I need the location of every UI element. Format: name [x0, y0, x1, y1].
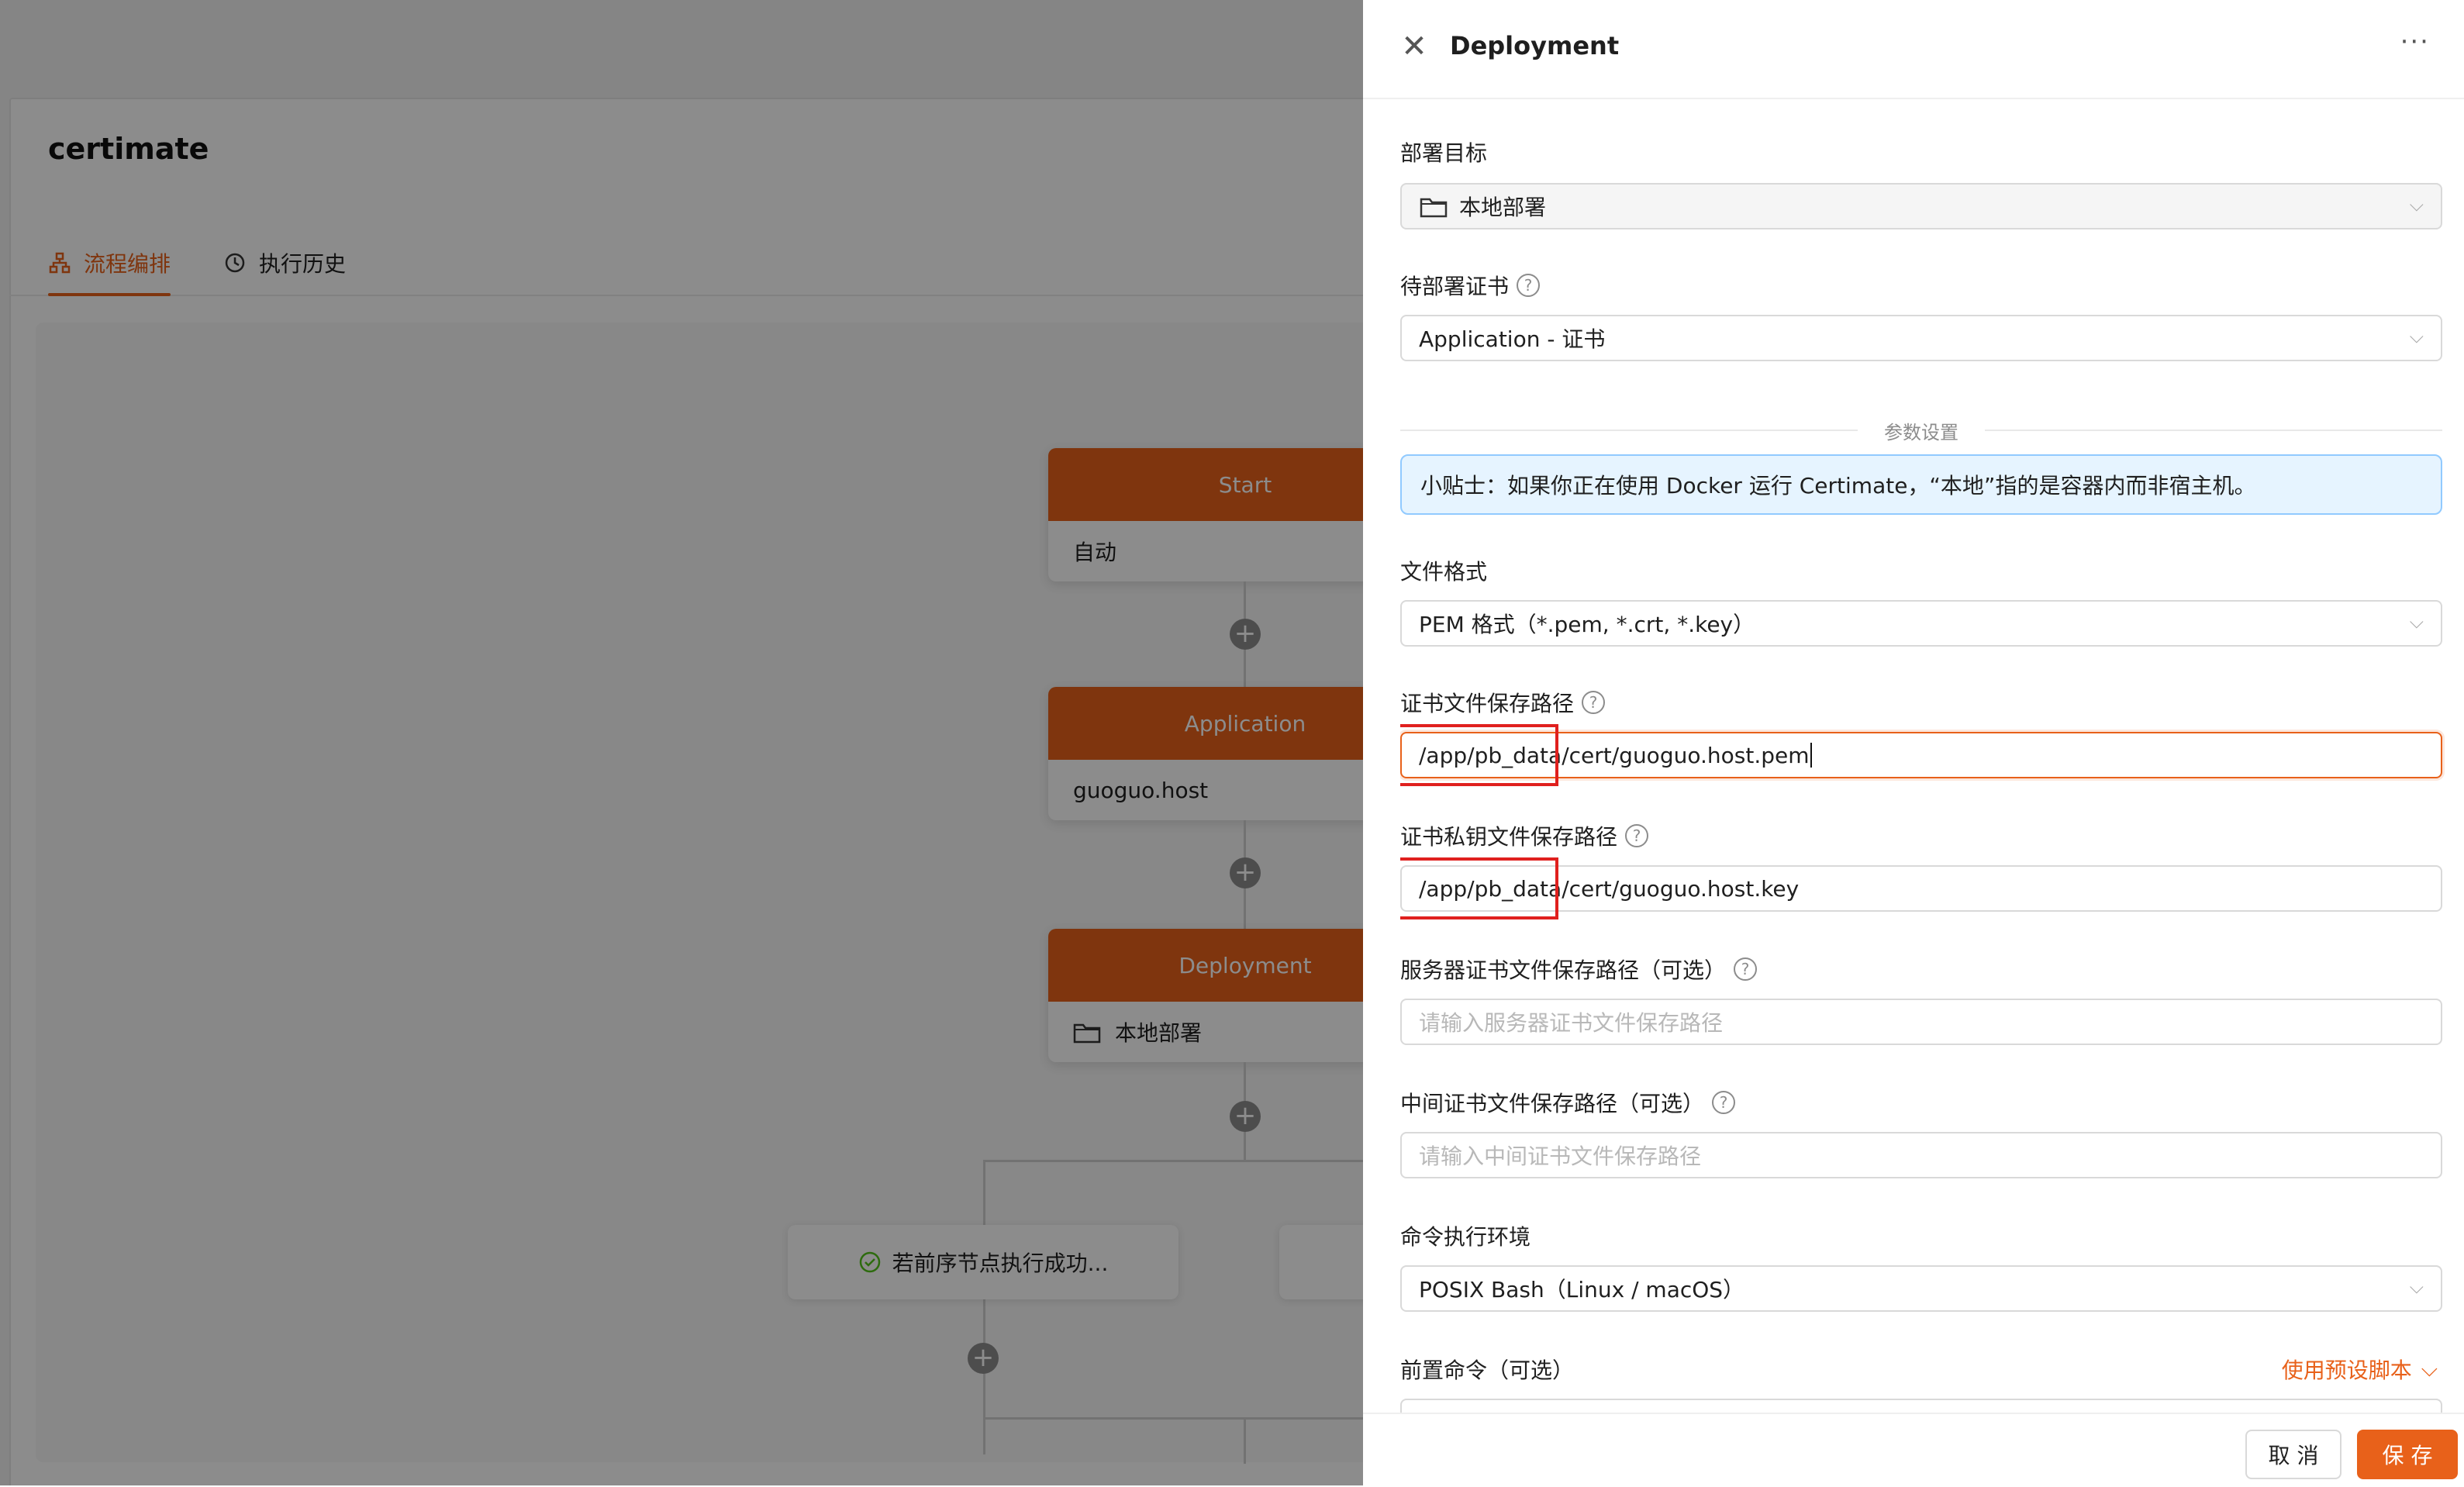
cert-path-label-text: 证书文件保存路径	[1400, 691, 1575, 716]
chevron-down-icon: ⌵	[2409, 326, 2424, 347]
divider-text: 参数设置	[1884, 422, 1958, 443]
key-path-label-text: 证书私钥文件保存路径	[1400, 824, 1618, 850]
target-select[interactable]: 本地部署 ⌵	[1400, 183, 2442, 229]
server-cert-label: 服务器证书文件保存路径（可选）?	[1400, 954, 1758, 985]
intermediate-label: 中间证书文件保存路径（可选）?	[1400, 1087, 1736, 1118]
drawer-form: 部署目标 本地部署 ⌵ 待部署证书? Application - 证书 ⌵ 参数…	[1400, 98, 2445, 1413]
more-icon[interactable]: ···	[2400, 26, 2430, 57]
drawer-title: Deployment	[1450, 31, 1620, 60]
text-cursor	[1810, 743, 1812, 768]
server-cert-label-text: 服务器证书文件保存路径（可选）	[1400, 957, 1727, 983]
modal-overlay[interactable]	[0, 0, 1363, 1485]
pre-cmd-label: 前置命令（可选）	[1400, 1354, 1574, 1385]
cert-label: 待部署证书?	[1400, 270, 1541, 301]
pre-cmd-label-text: 前置命令（可选）	[1400, 1358, 1575, 1383]
cert-select-value: Application - 证书	[1419, 326, 1606, 352]
cancel-button[interactable]: 取 消	[2245, 1430, 2341, 1479]
chevron-down-icon: ⌵	[2409, 1276, 2424, 1298]
intermediate-placeholder: 请输入中间证书文件保存路径	[1419, 1144, 1702, 1169]
drawer-footer: 取 消 保 存	[1363, 1413, 2464, 1487]
intermediate-label-text: 中间证书文件保存路径（可选）	[1400, 1091, 1705, 1116]
chevron-down-icon: ⌵	[2409, 611, 2424, 633]
key-path-label: 证书私钥文件保存路径?	[1400, 820, 1649, 851]
shell-label: 命令执行环境	[1400, 1220, 1531, 1251]
folder-icon	[1420, 198, 1448, 218]
highlight-box	[1400, 724, 1558, 786]
deployment-drawer: ✕ Deployment ··· 部署目标 本地部署 ⌵ 待部署证书? Appl…	[1363, 0, 2464, 1487]
chevron-down-icon: ⌵	[2421, 1356, 2438, 1382]
cert-path-label: 证书文件保存路径?	[1400, 687, 1606, 718]
highlight-box	[1400, 857, 1558, 919]
format-label: 文件格式	[1400, 555, 1487, 586]
shell-select-value: POSIX Bash（Linux / macOS）	[1419, 1277, 1745, 1302]
drawer-header: ✕ Deployment ···	[1363, 0, 2464, 99]
chevron-down-icon: ⌵	[2409, 194, 2424, 216]
target-select-value: 本地部署	[1459, 195, 1547, 220]
tip-text: 小贴士：如果你正在使用 Docker 运行 Certimate，“本地”指的是容…	[1420, 473, 2256, 499]
server-cert-input[interactable]: 请输入服务器证书文件保存路径	[1400, 999, 2442, 1045]
params-divider: 参数设置	[1400, 414, 2442, 445]
help-icon[interactable]: ?	[1517, 274, 1541, 297]
close-icon[interactable]: ✕	[1400, 31, 1428, 62]
help-icon[interactable]: ?	[1712, 1091, 1736, 1114]
pre-cmd-editor[interactable]	[1400, 1399, 2442, 1413]
shell-label-text: 命令执行环境	[1400, 1224, 1531, 1250]
format-label-text: 文件格式	[1400, 559, 1488, 585]
help-icon[interactable]: ?	[1734, 957, 1758, 981]
cert-label-text: 待部署证书	[1400, 274, 1510, 299]
target-label-text: 部署目标	[1400, 140, 1488, 166]
help-icon[interactable]: ?	[1582, 691, 1606, 714]
save-button[interactable]: 保 存	[2357, 1430, 2458, 1479]
server-cert-placeholder: 请输入服务器证书文件保存路径	[1419, 1010, 1724, 1036]
format-select-value: PEM 格式（*.pem, *.crt, *.key）	[1419, 612, 1755, 637]
preset-script-link[interactable]: 使用预设脚本 ⌵	[2282, 1354, 2438, 1385]
tip-alert: 小贴士：如果你正在使用 Docker 运行 Certimate，“本地”指的是容…	[1400, 454, 2442, 515]
intermediate-input[interactable]: 请输入中间证书文件保存路径	[1400, 1132, 2442, 1178]
cert-select[interactable]: Application - 证书 ⌵	[1400, 315, 2442, 361]
help-icon[interactable]: ?	[1625, 824, 1649, 847]
workflow-editor-background: certimate 流程编排 执行历史 Start 自动0 0 +	[0, 0, 1363, 1485]
target-label: 部署目标	[1400, 136, 1487, 167]
shell-select[interactable]: POSIX Bash（Linux / macOS） ⌵	[1400, 1265, 2442, 1312]
preset-script-label: 使用预设脚本	[2281, 1358, 2412, 1383]
format-select[interactable]: PEM 格式（*.pem, *.crt, *.key） ⌵	[1400, 600, 2442, 647]
